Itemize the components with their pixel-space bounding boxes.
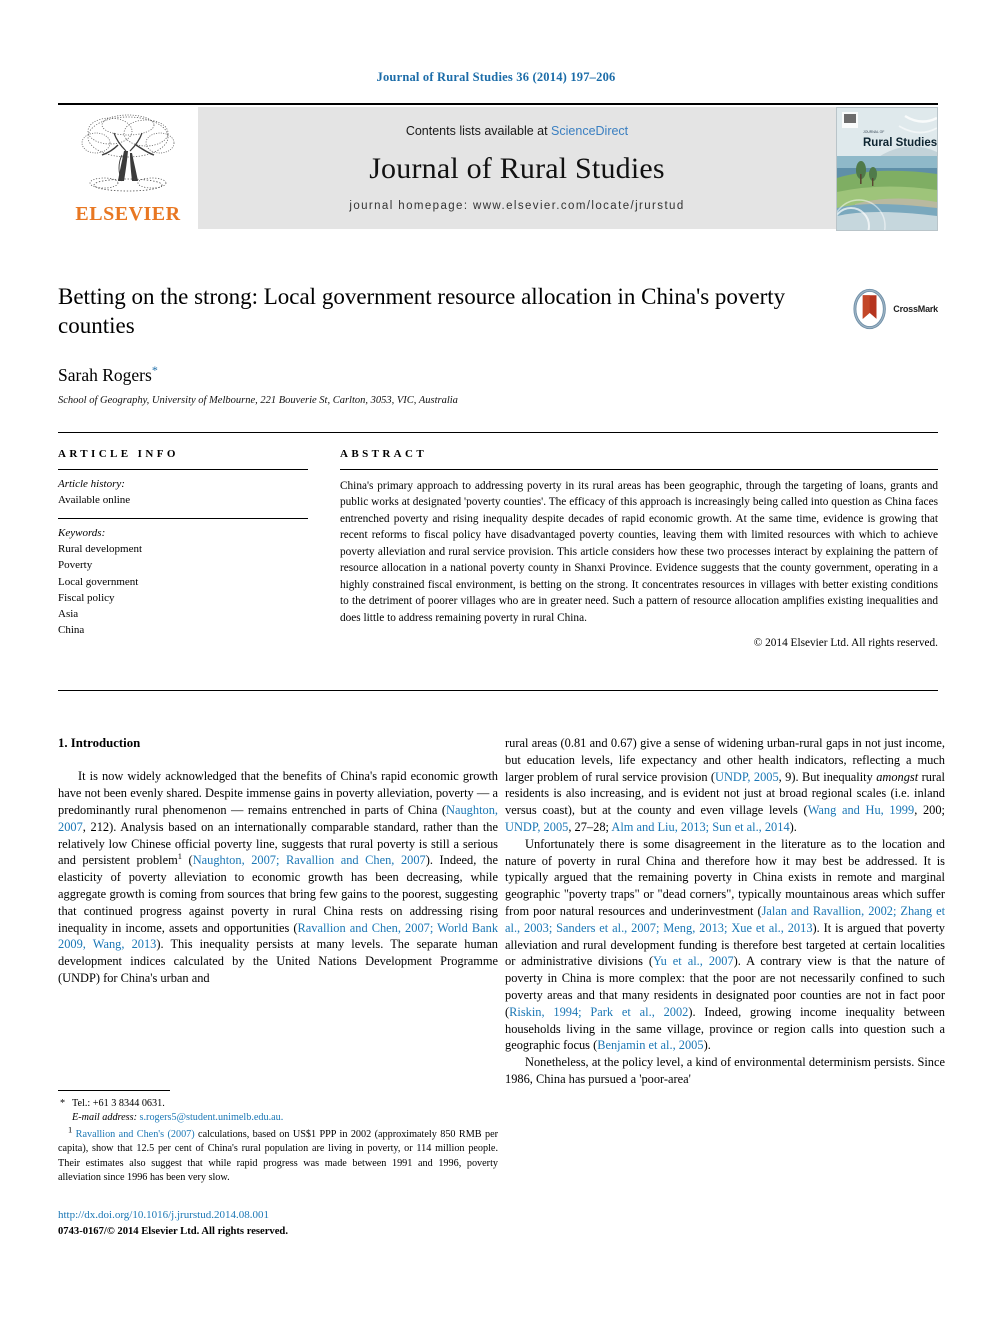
abstract-rule — [340, 469, 938, 470]
footnote-rule — [58, 1090, 170, 1091]
article-info-heading: ARTICLE INFO — [58, 448, 179, 460]
abstract-text: China's primary approach to addressing p… — [340, 480, 938, 624]
paper-page: Journal of Rural Studies 36 (2014) 197–2… — [0, 0, 992, 1323]
footnote-email: E-mail address: s.rogers5@student.unimel… — [58, 1111, 498, 1125]
citation-link[interactable]: Ravallion and Chen's (2007) — [76, 1129, 195, 1140]
footnote-asterisk: * — [60, 1098, 66, 1109]
contents-available-line: Contents lists available at ScienceDirec… — [406, 124, 628, 138]
email-label: E-mail address: — [72, 1112, 137, 1124]
corresponding-author-mark: * — [151, 362, 158, 377]
text-run: ). — [789, 819, 797, 834]
citation-link[interactable]: Naughton, 2007; Ravallion and Chen, 2007 — [193, 853, 426, 867]
article-history-label: Article history: — [58, 478, 125, 490]
cover-artwork: JOURNAL OF Rural Studies — [837, 108, 937, 230]
journal-cover-thumbnail: JOURNAL OF Rural Studies — [836, 107, 938, 231]
paragraph-right-2: Unfortunately there is some disagreement… — [505, 836, 945, 1054]
journal-title: Journal of Rural Studies — [369, 152, 665, 185]
article-info-section: ARTICLE INFO Article history: Available … — [58, 448, 308, 639]
running-head: Journal of Rural Studies 36 (2014) 197–2… — [376, 70, 616, 84]
footnotes-block: * Tel.: +61 3 8344 0631. E-mail address: … — [58, 1090, 498, 1186]
keyword-item: Local government — [58, 575, 139, 588]
footnote-number: 1 — [68, 1124, 73, 1135]
citation-link[interactable]: Wang and Hu, 1999 — [808, 803, 915, 817]
footer-doi-block: http://dx.doi.org/10.1016/j.jrurstud.201… — [58, 1208, 288, 1239]
citation-link[interactable]: Benjamin et al., 2005 — [597, 1038, 703, 1052]
abstract-heading: ABSTRACT — [340, 448, 428, 460]
keywords-label: Keywords: — [58, 526, 106, 539]
footnote-tel-text: Tel.: +61 3 8344 0631. — [72, 1098, 165, 1109]
article-info-rule-2 — [58, 517, 308, 519]
body-column-right: rural areas (0.81 and 0.67) give a sense… — [505, 735, 945, 1088]
citation-link[interactable]: UNDP, 2005 — [505, 820, 568, 834]
article-history-value: Available online — [58, 493, 131, 506]
text-run: ). — [703, 1038, 711, 1053]
citation-link[interactable]: Alm and Liu, 2013; Sun et al., 2014 — [611, 820, 789, 834]
email-link[interactable]: s.rogers5@student.unimelb.edu.au. — [140, 1112, 284, 1123]
journal-homepage[interactable]: journal homepage: www.elsevier.com/locat… — [349, 200, 684, 212]
citation-link[interactable]: UNDP, 2005 — [715, 770, 779, 784]
abstract-top-rule — [58, 432, 938, 433]
text-run: , 27–28; — [568, 819, 612, 834]
footnote-1: 1 Ravallion and Chen's (2007) calculatio… — [58, 1124, 498, 1186]
paragraph-right-3: Nonetheless, at the policy level, a kind… — [505, 1055, 945, 1086]
title-block: Betting on the strong: Local government … — [58, 282, 938, 406]
author-label: Sarah Rogers — [58, 364, 152, 385]
paragraph-intro-1: It is now widely acknowledged that the b… — [58, 768, 498, 986]
svg-text:Rural Studies: Rural Studies — [863, 137, 937, 149]
text-run: , 9). But inequality — [778, 769, 877, 784]
elsevier-tree-icon — [81, 114, 175, 192]
keyword-item: Rural development — [58, 543, 143, 556]
abstract-section: ABSTRACT China's primary approach to add… — [340, 448, 938, 649]
issn-copyright-line: 0743-0167/© 2014 Elsevier Ltd. All right… — [58, 1225, 288, 1237]
keyword-item: Poverty — [58, 559, 93, 572]
elsevier-logo: ELSEVIER — [58, 107, 198, 231]
text-run: ( — [182, 853, 193, 868]
sciencedirect-link[interactable]: ScienceDirect — [551, 124, 628, 138]
body-column-left: 1. Introduction It is now widely acknowl… — [58, 735, 498, 987]
journal-banner: ELSEVIER Contents lists available at Sci… — [58, 103, 938, 231]
author-name: Sarah Rogers* — [58, 363, 938, 386]
keyword-item: Fiscal policy — [58, 591, 115, 604]
crossmark-label: CrossMark — [893, 304, 938, 314]
banner-center: Contents lists available at ScienceDirec… — [198, 107, 836, 229]
emphasis-text: amongst — [876, 769, 919, 784]
text-run: It is now widely acknowledged that the b… — [58, 769, 498, 817]
crossmark-icon — [853, 288, 886, 330]
author-affiliation: School of Geography, University of Melbo… — [58, 394, 458, 406]
crossmark-badge[interactable]: CrossMark — [850, 286, 938, 332]
keyword-item: Asia — [58, 608, 79, 621]
citation-link[interactable]: Yu et al., 2007 — [653, 954, 734, 968]
paragraph-right-1: rural areas (0.81 and 0.67) give a sense… — [505, 735, 945, 836]
svg-text:JOURNAL OF: JOURNAL OF — [863, 130, 884, 134]
keywords-list: Rural development Poverty Local governme… — [58, 541, 308, 639]
contents-prefix: Contents lists available at — [405, 124, 552, 138]
section-heading-introduction: 1. Introduction — [58, 736, 141, 750]
abstract-bottom-rule — [58, 690, 938, 691]
elsevier-wordmark: ELSEVIER — [75, 203, 181, 225]
citation-link[interactable]: Riskin, 1994; Park et al., 2002 — [509, 1005, 688, 1019]
page-title: Betting on the strong: Local government … — [58, 284, 786, 339]
article-info-rule-1 — [58, 469, 308, 470]
footnote-tel: * Tel.: +61 3 8344 0631. — [58, 1097, 498, 1111]
doi-link[interactable]: http://dx.doi.org/10.1016/j.jrurstud.201… — [58, 1208, 288, 1224]
text-run: , 200; — [914, 803, 945, 818]
abstract-copyright: © 2014 Elsevier Ltd. All rights reserved… — [753, 637, 938, 650]
keyword-item: China — [58, 624, 85, 637]
